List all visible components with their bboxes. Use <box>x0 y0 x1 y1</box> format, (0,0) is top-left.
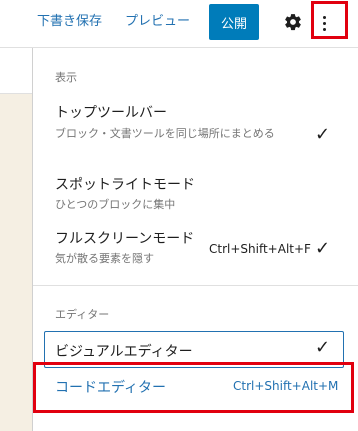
menu-item-shortcut: Ctrl+Shift+Alt+F <box>209 242 311 256</box>
menu-separator <box>33 285 358 286</box>
menu-item-description: ブロック・文書ツールを同じ場所にまとめる <box>55 127 275 140</box>
menu-item-title: トップツールバー <box>55 105 167 121</box>
check-icon: ✓ <box>315 337 331 358</box>
check-icon: ✓ <box>315 124 331 145</box>
preview-button[interactable]: プレビュー <box>125 10 190 34</box>
check-icon: ✓ <box>315 238 331 259</box>
save-draft-button[interactable]: 下書き保存 <box>37 10 102 34</box>
view-group-label: 表示 <box>55 71 77 84</box>
menu-item-description: ひとつのブロックに集中 <box>55 198 176 211</box>
menu-item-title: スポットライトモード <box>55 177 195 193</box>
gear-icon[interactable] <box>283 12 303 32</box>
editor-header: 下書き保存 プレビュー 公開 <box>0 0 358 47</box>
publish-button[interactable]: 公開 <box>209 4 259 40</box>
menu-item-title: フルスクリーンモード <box>55 231 195 247</box>
highlight-box-code-editor <box>33 362 354 413</box>
menu-item-title: ビジュアルエディター <box>55 344 193 360</box>
highlight-box-more-options <box>311 1 348 39</box>
editor-content-area <box>0 94 32 431</box>
publish-label: 公開 <box>220 16 247 32</box>
editor-group-label: エディター <box>55 308 110 321</box>
